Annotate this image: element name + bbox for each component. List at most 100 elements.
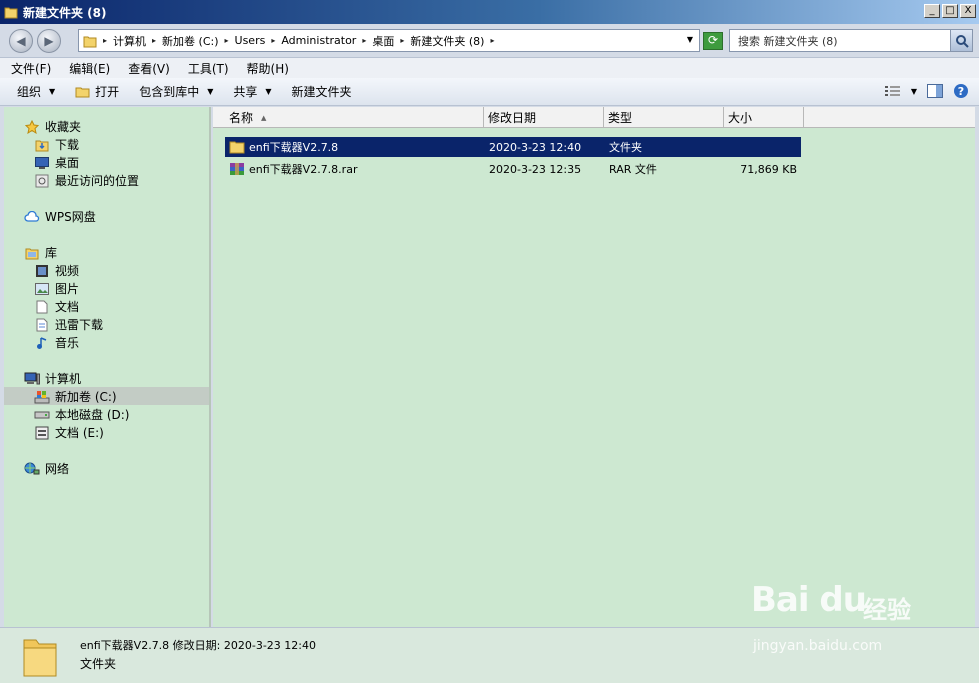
folder-icon: [229, 141, 245, 154]
refresh-icon: ⟳: [707, 33, 719, 47]
document-icon: [34, 318, 50, 332]
details-pane: enfi下载器V2.7.8 修改日期: 2020-3-23 12:40 文件夹: [0, 627, 979, 683]
include-library-button[interactable]: 包含到库中 ▼: [139, 83, 213, 100]
nav-documents[interactable]: 文档: [34, 298, 79, 315]
nav-desktop-label: 桌面: [55, 156, 80, 170]
column-type-label: 类型: [608, 111, 633, 125]
command-toolbar: 组织 ▼ 打开 包含到库中 ▼ 共享 ▼ 新建文件夹 ▼ ?: [0, 78, 979, 106]
nav-wps-drive[interactable]: WPS网盘: [24, 208, 96, 225]
column-size-label: 大小: [728, 111, 753, 125]
back-arrow-icon: ◀: [16, 34, 26, 48]
navigation-pane: 收藏夹 下载 桌面 最近访问的位置 WPS网盘 库 视频 图片 文档 迅雷下载 …: [4, 107, 211, 627]
breadcrumb-computer[interactable]: 计算机: [113, 33, 146, 49]
menu-tools[interactable]: 工具(T): [188, 60, 229, 77]
new-folder-label: 新建文件夹: [291, 85, 352, 99]
forward-arrow-icon: ▶: [44, 34, 54, 48]
menu-edit[interactable]: 编辑(E): [69, 60, 110, 77]
organize-label: 组织: [17, 85, 42, 99]
column-modified[interactable]: 修改日期: [484, 107, 604, 128]
view-options-icon[interactable]: [884, 85, 901, 97]
sort-ascending-icon: ▲: [261, 113, 267, 122]
details-type: 文件夹: [80, 657, 117, 671]
nav-desktop[interactable]: 桌面: [34, 154, 79, 171]
column-name-label: 名称: [229, 111, 254, 125]
address-input[interactable]: ▸ 计算机 ▸ 新加卷 (C:) ▸ Users ▸ Administrator ▸ 桌…: [78, 29, 700, 52]
new-folder-button[interactable]: 新建文件夹: [292, 83, 352, 100]
drive-icon: [34, 426, 50, 440]
share-button[interactable]: 共享 ▼: [233, 83, 271, 100]
help-icon[interactable]: ?: [953, 83, 969, 99]
nav-videos-label: 视频: [55, 264, 80, 278]
nav-drive-d[interactable]: 本地磁盘 (D:): [34, 406, 129, 423]
address-bar-area: ◀ ▶ ▸ 计算机 ▸ 新加卷 (C:) ▸ Users ▸ Administrato…: [0, 24, 979, 58]
nav-favorites[interactable]: 收藏夹: [24, 118, 81, 135]
view-dropdown-icon[interactable]: ▼: [911, 87, 917, 96]
menu-help[interactable]: 帮助(H): [247, 60, 289, 77]
column-name[interactable]: 名称 ▲: [213, 107, 484, 128]
breadcrumb-users[interactable]: Users: [235, 34, 266, 47]
nav-drive-e-label: 文档 (E:): [55, 426, 104, 440]
back-button[interactable]: ◀: [9, 29, 33, 53]
file-type: RAR 文件: [609, 163, 657, 176]
window-title: 新建文件夹 (8): [23, 5, 107, 20]
nav-thunder-downloads[interactable]: 迅雷下载: [34, 316, 103, 333]
nav-drive-c[interactable]: 新加卷 (C:): [34, 388, 117, 405]
chevron-right-icon[interactable]: ▸: [225, 36, 229, 45]
nav-network[interactable]: 网络: [24, 460, 69, 477]
svg-text:?: ?: [958, 85, 964, 98]
nav-network-label: 网络: [45, 462, 70, 476]
nav-music[interactable]: 音乐: [34, 334, 79, 351]
organize-button[interactable]: 组织 ▼: [17, 83, 55, 100]
share-label: 共享: [233, 85, 258, 99]
breadcrumb-drive-c[interactable]: 新加卷 (C:): [162, 33, 218, 49]
nav-recent[interactable]: 最近访问的位置: [34, 172, 139, 189]
chevron-right-icon[interactable]: ▸: [103, 36, 107, 45]
breadcrumb-current-folder[interactable]: 新建文件夹 (8): [410, 33, 484, 49]
chevron-right-icon[interactable]: ▸: [271, 36, 275, 45]
file-row[interactable]: enfi下载器V2.7.8 2020-3-23 12:40 文件夹: [225, 137, 801, 157]
nav-computer[interactable]: 计算机: [24, 370, 81, 387]
download-folder-icon: [34, 138, 50, 152]
nav-wps-label: WPS网盘: [45, 210, 96, 224]
forward-button[interactable]: ▶: [37, 29, 61, 53]
minimize-button[interactable]: _: [924, 4, 940, 18]
chevron-right-icon[interactable]: ▸: [362, 36, 366, 45]
open-button[interactable]: 打开: [75, 83, 119, 100]
picture-icon: [34, 282, 50, 296]
nav-drive-e[interactable]: 文档 (E:): [34, 424, 104, 441]
address-dropdown-icon[interactable]: ▼: [687, 35, 693, 44]
chevron-right-icon[interactable]: ▸: [400, 36, 404, 45]
column-size[interactable]: 大小: [724, 107, 804, 128]
file-name: enfi下载器V2.7.8: [249, 141, 339, 154]
close-button[interactable]: X: [960, 4, 976, 18]
file-type: 文件夹: [609, 141, 642, 154]
nav-libraries[interactable]: 库: [24, 244, 57, 261]
maximize-button[interactable]: □: [942, 4, 958, 18]
nav-pictures[interactable]: 图片: [34, 280, 79, 297]
nav-downloads[interactable]: 下载: [34, 136, 79, 153]
search-input[interactable]: 搜索 新建文件夹 (8): [729, 29, 973, 52]
search-icon: [955, 34, 969, 48]
nav-videos[interactable]: 视频: [34, 262, 79, 279]
file-list-pane: 名称 ▲ 修改日期 类型 大小 enfi下载器V2.7.8 2020-3-23 1…: [213, 107, 975, 627]
star-icon: [24, 119, 40, 134]
menu-view[interactable]: 查看(V): [128, 60, 170, 77]
search-placeholder: 搜索 新建文件夹 (8): [738, 34, 838, 48]
nav-music-label: 音乐: [55, 336, 80, 350]
nav-drive-c-label: 新加卷 (C:): [55, 390, 117, 404]
file-row[interactable]: enfi下载器V2.7.8.rar 2020-3-23 12:35 RAR 文件…: [225, 159, 801, 179]
chevron-right-icon[interactable]: ▸: [152, 36, 156, 45]
menu-file[interactable]: 文件(F): [11, 60, 51, 77]
file-size: [729, 137, 801, 157]
breadcrumb-desktop[interactable]: 桌面: [372, 33, 394, 49]
search-button[interactable]: [950, 30, 972, 51]
refresh-button[interactable]: ⟳: [703, 32, 723, 50]
column-type[interactable]: 类型: [604, 107, 724, 128]
breadcrumb-administrator[interactable]: Administrator: [281, 34, 356, 47]
preview-pane-icon[interactable]: [927, 84, 943, 98]
column-modified-label: 修改日期: [488, 111, 537, 125]
chevron-right-icon[interactable]: ▸: [490, 36, 494, 45]
menu-bar: 文件(F) 编辑(E) 查看(V) 工具(T) 帮助(H): [0, 58, 979, 78]
document-icon: [34, 300, 50, 314]
system-drive-icon: [34, 390, 50, 404]
